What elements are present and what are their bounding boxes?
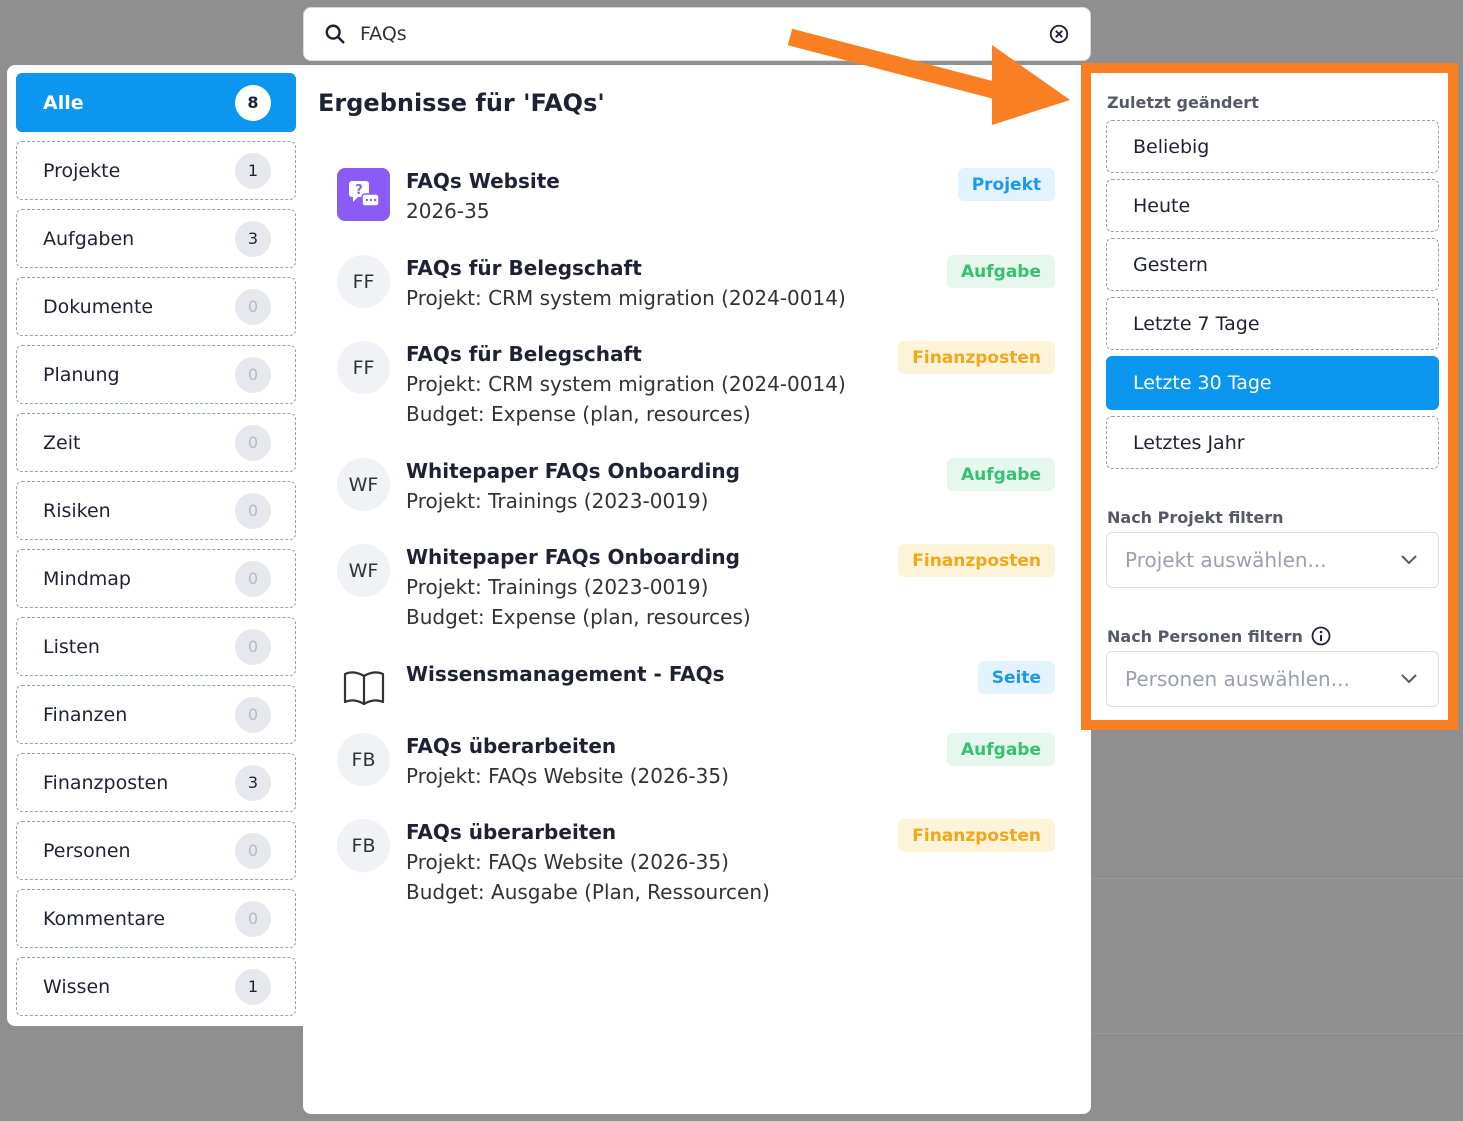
filter-option-gestern[interactable]: Gestern (1106, 238, 1439, 291)
result-line: Budget: Expense (plan, resources) (406, 402, 751, 426)
count-badge: 0 (235, 832, 271, 869)
result-line: Projekt: Trainings (2023-0019) (406, 489, 709, 513)
result-line: 2026-35 (406, 199, 490, 223)
result-title: FAQs für Belegschaft (406, 256, 642, 280)
result-line: Projekt: FAQs Website (2026-35) (406, 850, 729, 874)
count-badge: 0 (235, 288, 271, 325)
filter-option-letzte-7-tage[interactable]: Letzte 7 Tage (1106, 297, 1439, 350)
category-label: Aufgaben (43, 227, 135, 250)
type-tag: Projekt (957, 168, 1055, 201)
count-badge: 0 (235, 492, 271, 529)
result-title: Wissensmanagement - FAQs (406, 662, 725, 686)
category-wissen[interactable]: Wissen 1 (16, 957, 296, 1016)
count-badge: 1 (235, 968, 271, 1005)
type-tag: Seite (977, 661, 1055, 694)
filter-option-heute[interactable]: Heute (1106, 179, 1439, 232)
modified-filter-label: Zuletzt geändert (1107, 93, 1259, 112)
category-label: Planung (43, 363, 120, 386)
count-badge: 0 (235, 628, 271, 665)
type-tag: Finanzposten (898, 819, 1055, 852)
category-risiken[interactable]: Risiken 0 (16, 481, 296, 540)
category-label: Finanzen (43, 703, 128, 726)
category-dokumente[interactable]: Dokumente 0 (16, 277, 296, 336)
count-badge: 8 (235, 84, 271, 121)
category-label: Zeit (43, 431, 81, 454)
avatar: WF (337, 458, 390, 511)
category-label: Projekte (43, 159, 121, 182)
type-tag: Finanzposten (898, 544, 1055, 577)
category-label: Wissen (43, 975, 111, 998)
project-filter-label: Nach Projekt filtern (1107, 508, 1284, 527)
category-personen[interactable]: Personen 0 (16, 821, 296, 880)
result-line: Projekt: FAQs Website (2026-35) (406, 764, 729, 788)
chevron-down-icon (1401, 555, 1417, 565)
category-label: Alle (43, 91, 84, 114)
results-panel: Ergebnisse für 'FAQs' ? FAQs Website 202… (303, 65, 1091, 1114)
count-badge: 1 (235, 152, 271, 189)
result-line: Projekt: CRM system migration (2024-0014… (406, 372, 846, 396)
count-badge: 0 (235, 356, 271, 393)
result-line: Projekt: CRM system migration (2024-0014… (406, 286, 846, 310)
category-planung[interactable]: Planung 0 (16, 345, 296, 404)
filter-panel: Zuletzt geändert Beliebig Heute Gestern … (1081, 63, 1458, 730)
type-tag: Aufgabe (947, 733, 1055, 766)
category-label: Listen (43, 635, 100, 658)
count-badge: 3 (235, 764, 271, 801)
category-listen[interactable]: Listen 0 (16, 617, 296, 676)
filter-option-letztes-jahr[interactable]: Letztes Jahr (1106, 416, 1439, 469)
category-alle[interactable]: Alle 8 (16, 73, 296, 132)
type-tag: Aufgabe (947, 255, 1055, 288)
people-select-placeholder: Personen auswählen... (1125, 667, 1350, 691)
result-title: FAQs überarbeiten (406, 734, 617, 758)
chevron-down-icon (1401, 674, 1417, 684)
count-badge: 0 (235, 900, 271, 937)
count-badge: 0 (235, 696, 271, 733)
info-icon[interactable] (1311, 626, 1331, 646)
category-kommentare[interactable]: Kommentare 0 (16, 889, 296, 948)
avatar: FB (337, 733, 390, 786)
result-line: Budget: Expense (plan, resources) (406, 605, 751, 629)
category-sidebar: Alle 8 Projekte 1 Aufgaben 3 Dokumente 0 Pla… (7, 65, 303, 1026)
type-tag: Finanzposten (898, 341, 1055, 374)
count-badge: 3 (235, 220, 271, 257)
count-badge: 0 (235, 424, 271, 461)
avatar: FF (337, 255, 390, 308)
category-finanzposten[interactable]: Finanzposten 3 (16, 753, 296, 812)
category-aufgaben[interactable]: Aufgaben 3 (16, 209, 296, 268)
category-label: Mindmap (43, 567, 131, 590)
category-label: Risiken (43, 499, 111, 522)
category-label: Dokumente (43, 295, 154, 318)
annotation-arrow-icon (787, 28, 1070, 125)
type-tag: Aufgabe (947, 458, 1055, 491)
category-projekte[interactable]: Projekte 1 (16, 141, 296, 200)
result-line: Projekt: Trainings (2023-0019) (406, 575, 709, 599)
book-icon (337, 661, 390, 714)
category-zeit[interactable]: Zeit 0 (16, 413, 296, 472)
result-title: Whitepaper FAQs Onboarding (406, 459, 740, 483)
avatar: WF (337, 544, 390, 597)
project-select[interactable]: Projekt auswählen... (1106, 532, 1439, 588)
results-title: Ergebnisse für 'FAQs' (318, 89, 605, 117)
filter-option-beliebig[interactable]: Beliebig (1106, 120, 1439, 173)
category-mindmap[interactable]: Mindmap 0 (16, 549, 296, 608)
people-filter-label-text: Nach Personen filtern (1107, 627, 1303, 646)
category-finanzen[interactable]: Finanzen 0 (16, 685, 296, 744)
avatar: FF (337, 341, 390, 394)
count-badge: 0 (235, 560, 271, 597)
project-select-placeholder: Projekt auswählen... (1125, 548, 1327, 572)
category-label: Kommentare (43, 907, 166, 930)
people-select[interactable]: Personen auswählen... (1106, 651, 1439, 707)
people-filter-label: Nach Personen filtern (1107, 626, 1331, 646)
filter-option-letzte-30-tage[interactable]: Letzte 30 Tage (1106, 356, 1439, 410)
avatar: FB (337, 819, 390, 872)
result-title: Whitepaper FAQs Onboarding (406, 545, 740, 569)
result-title: FAQs Website (406, 169, 560, 193)
category-label: Personen (43, 839, 131, 862)
search-icon (325, 24, 345, 44)
result-title: FAQs für Belegschaft (406, 342, 642, 366)
category-label: Finanzposten (43, 771, 169, 794)
result-line: Budget: Ausgabe (Plan, Ressourcen) (406, 880, 770, 904)
result-title: FAQs überarbeiten (406, 820, 617, 844)
faq-icon: ? (337, 168, 390, 221)
